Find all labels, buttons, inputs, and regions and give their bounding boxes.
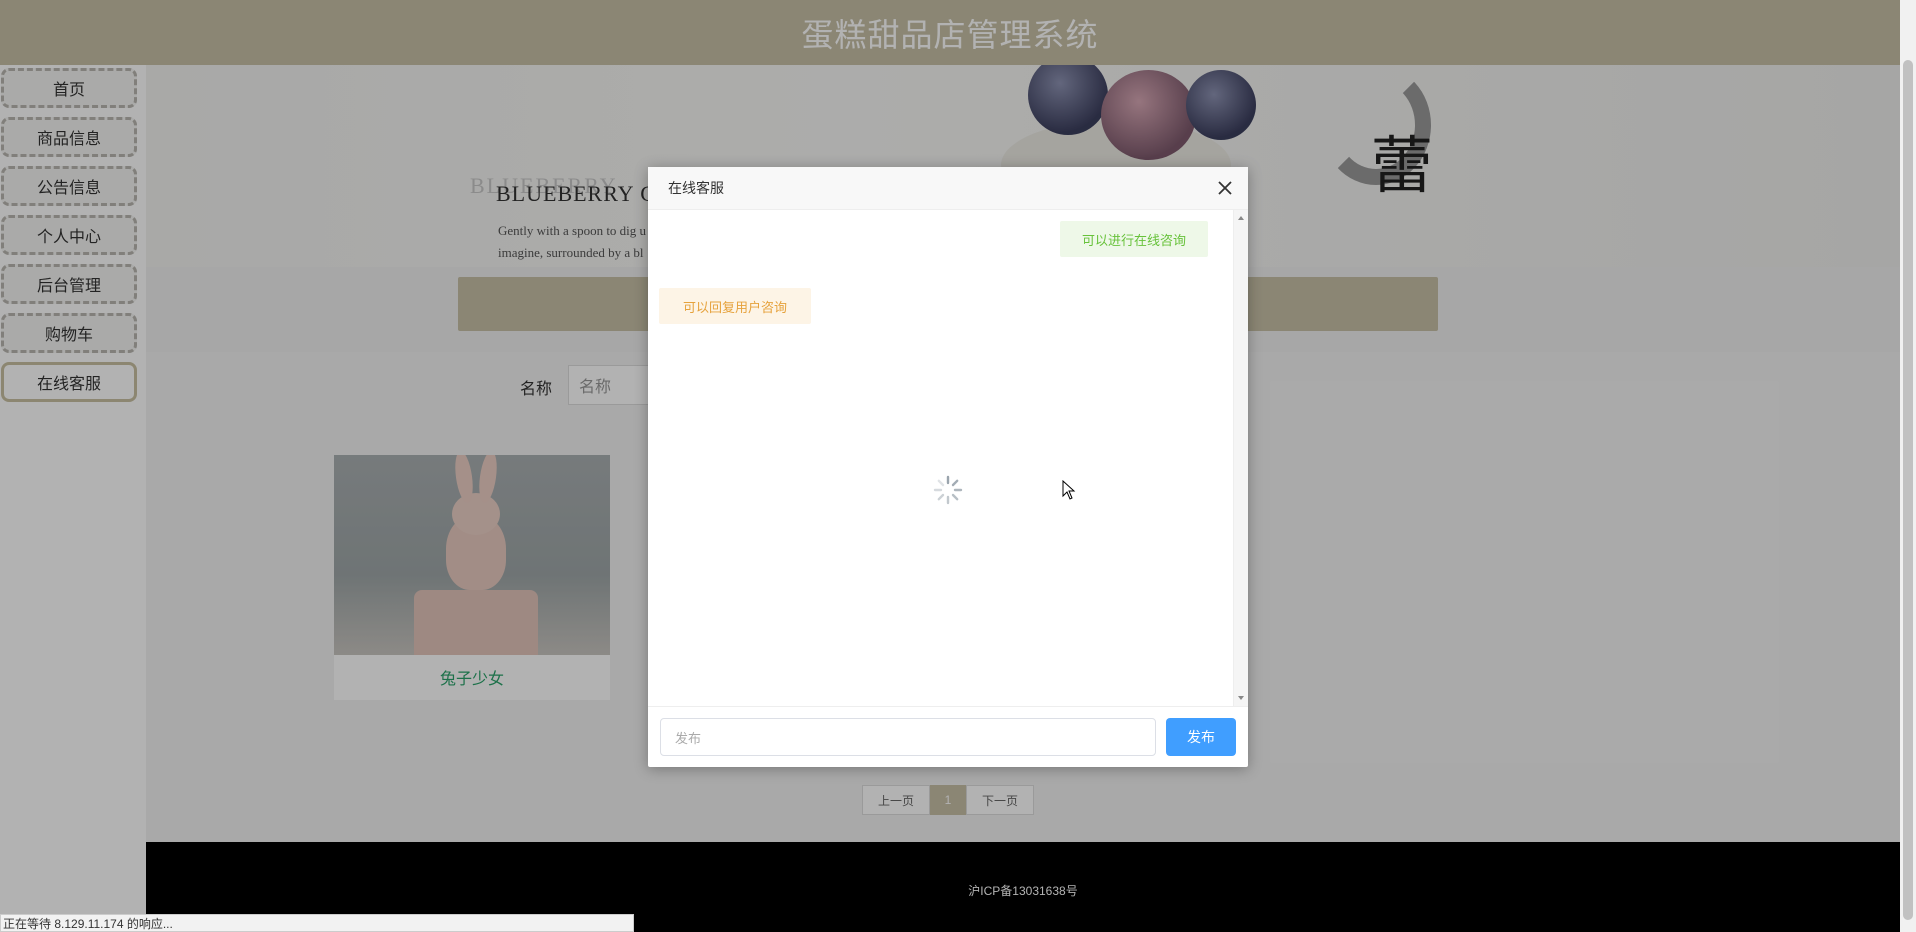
chat-messages: 可以进行在线咨询 可以回复用户咨询 [648,210,1233,706]
modal-title: 在线客服 [668,180,724,196]
modal-header: 在线客服 [648,167,1248,210]
page-scrollbar-thumb[interactable] [1903,60,1913,920]
browser-status-bar: 正在等待 8.129.11.174 的响应... [0,914,634,932]
status-text: 正在等待 8.129.11.174 的响应... [3,916,173,931]
message-bubble-left: 可以回复用户咨询 [659,288,812,324]
loading-spinner-icon [932,474,964,506]
chat-scrollbar[interactable] [1233,210,1248,706]
message-bubble-right: 可以进行在线咨询 [1059,221,1208,257]
close-icon[interactable] [1216,179,1234,197]
modal-footer: 发布 发布 [648,706,1248,767]
mouse-cursor-icon [1062,479,1076,505]
chat-modal: 在线客服 可以进行在线咨询 可以回复用户咨询 发布 发布 [648,167,1248,767]
message-input[interactable]: 发布 [660,718,1156,756]
page-scrollbar[interactable] [1900,0,1916,932]
send-button[interactable]: 发布 [1166,718,1236,756]
